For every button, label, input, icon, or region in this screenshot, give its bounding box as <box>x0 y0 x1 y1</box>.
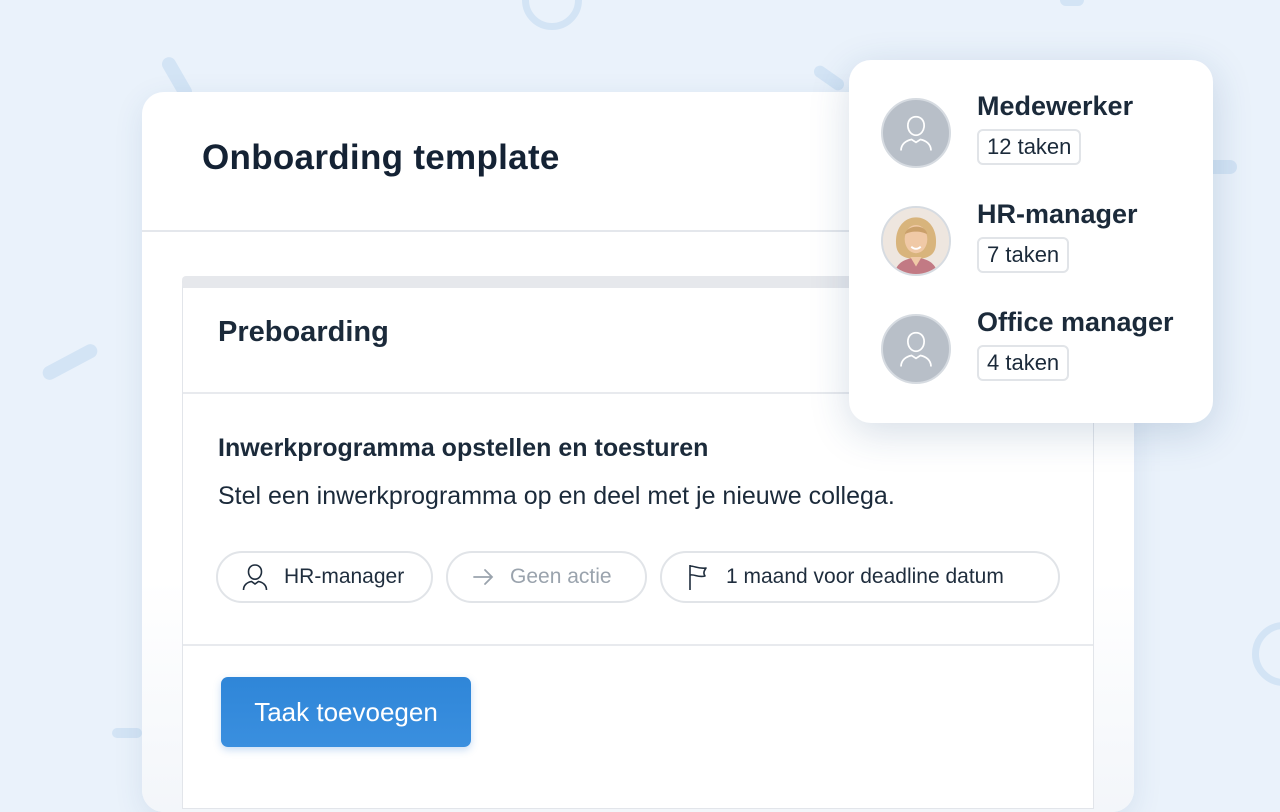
task-count-badge: 7 taken <box>977 237 1070 273</box>
decor-ring <box>522 0 582 30</box>
deadline-chip[interactable]: 1 maand voor deadline datum <box>660 551 1060 603</box>
decor-ring <box>1252 622 1280 686</box>
avatar <box>881 98 951 168</box>
roles-popover: Medewerker 12 taken HR-manager 7 taken O… <box>849 60 1213 423</box>
assignee-chip[interactable]: HR-manager <box>216 551 433 603</box>
role-item[interactable]: Medewerker 12 taken <box>881 91 1201 181</box>
decor-bar <box>811 63 847 93</box>
task-description: Stel een inwerkprogramma op en deel met … <box>218 482 895 510</box>
arrow-right-icon <box>473 569 494 585</box>
decor-bar <box>112 728 142 738</box>
person-icon <box>242 564 268 591</box>
section-title: Preboarding <box>218 316 389 348</box>
assignee-label: HR-manager <box>284 565 405 588</box>
action-chip[interactable]: Geen actie <box>446 551 647 603</box>
avatar-photo <box>881 206 951 276</box>
profile-photo-icon <box>883 208 949 274</box>
task-title: Inwerkprogramma opstellen en toesturen <box>218 434 709 462</box>
person-icon <box>900 331 932 367</box>
add-task-row: Taak toevoegen <box>183 646 1093 786</box>
page-title: Onboarding template <box>202 138 560 177</box>
task-count-badge: 4 taken <box>977 345 1070 381</box>
action-label: Geen actie <box>510 565 612 588</box>
task-count-badge: 12 taken <box>977 129 1082 165</box>
decor-bar <box>40 341 100 383</box>
role-name: HR-manager <box>977 199 1138 229</box>
deadline-label: 1 maand voor deadline datum <box>726 565 1004 588</box>
flag-icon <box>689 565 707 590</box>
decor-bar <box>1060 0 1084 6</box>
task-item[interactable]: Inwerkprogramma opstellen en toesturen S… <box>183 394 1093 646</box>
avatar <box>881 314 951 384</box>
role-name: Office manager <box>977 307 1174 337</box>
role-name: Medewerker <box>977 91 1134 121</box>
role-item[interactable]: Office manager 4 taken <box>881 307 1201 397</box>
role-item[interactable]: HR-manager 7 taken <box>881 199 1201 289</box>
add-task-button[interactable]: Taak toevoegen <box>221 677 471 747</box>
person-icon <box>900 115 932 151</box>
